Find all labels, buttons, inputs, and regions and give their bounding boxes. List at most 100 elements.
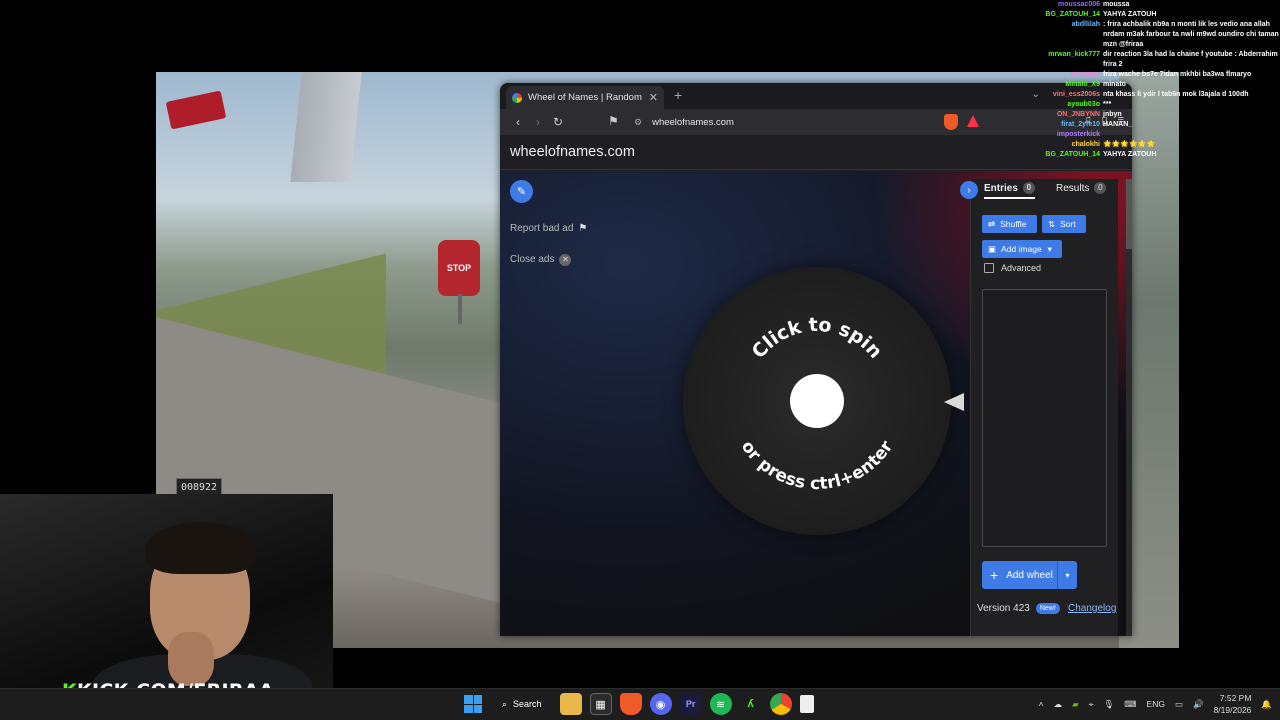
advanced-checkbox[interactable]: Advanced — [984, 263, 1041, 273]
collapse-panel-icon[interactable]: › — [960, 181, 978, 199]
premiere-pro-icon[interactable]: Pr — [679, 693, 702, 715]
chat-username[interactable]: BG_ZATOUH_14 — [1000, 150, 1100, 160]
chat-username[interactable]: moussac006 — [1000, 0, 1100, 10]
sort-button[interactable]: ⇅ Sort — [1042, 215, 1086, 233]
close-ads-label: Close ads — [510, 254, 555, 265]
chat-text: 🌟🌟🌟🌟🌟🌟 — [1103, 141, 1156, 148]
chat-username[interactable]: abdllilah — [1000, 20, 1100, 30]
sort-label: Sort — [1060, 219, 1076, 229]
language-indicator[interactable]: ENG — [1147, 699, 1165, 709]
wheel-bottom-textpath: or press ctrl+enter — [737, 437, 898, 494]
chat-username[interactable]: Minalo_X9 — [1000, 80, 1100, 90]
taskbar-apps: ⌕ Search ▦ ◉ Pr ≋ ʎ — [462, 693, 814, 715]
add-image-label: Add image — [1001, 244, 1042, 254]
spotify-icon[interactable]: ≋ — [709, 693, 732, 715]
changelog-link[interactable]: Changelog — [1068, 603, 1116, 614]
document-icon[interactable] — [799, 695, 814, 713]
file-explorer-icon[interactable] — [559, 693, 582, 715]
back-icon[interactable]: ‹ — [508, 115, 528, 129]
edit-pencil-icon[interactable]: ✎ — [510, 180, 533, 203]
flag-icon: ⚑ — [578, 223, 588, 234]
add-wheel-label: Add wheel — [1006, 569, 1053, 581]
chat-message: vini_ess2006s nta khass li ydir l tab6n m… — [1000, 90, 1280, 100]
site-info-icon[interactable]: ⚙ — [634, 117, 642, 128]
clock[interactable]: 7:52 PM 8/19/2026 — [1214, 692, 1252, 716]
tray-mic-icon[interactable]: 🎙 — [1103, 699, 1114, 710]
spin-wheel[interactable]: Click to spin or press ctrl+enter — [683, 267, 951, 535]
shuffle-button[interactable]: ⇄ Shuffle — [982, 215, 1037, 233]
snipping-tool-icon[interactable]: ▦ — [589, 693, 612, 715]
kick-app-icon[interactable]: ʎ — [740, 693, 762, 715]
tab-entries[interactable]: Entries 0 — [984, 182, 1035, 199]
tab-results[interactable]: Results 0 — [1056, 182, 1107, 194]
chat-username[interactable]: vini_ess2006s — [1000, 90, 1100, 100]
discord-icon[interactable]: ◉ — [649, 693, 672, 715]
clock-date: 8/19/2026 — [1213, 705, 1252, 715]
chat-username[interactable]: ayoub03o — [1000, 100, 1100, 110]
chat-message: sossame frira wache bs7e 7idan mkhbi ba3w… — [1000, 70, 1280, 80]
taskbar-search[interactable]: ⌕ Search — [492, 693, 552, 715]
volume-icon[interactable]: 🔊 — [1193, 699, 1204, 710]
chat-text: jnbyn — [1103, 111, 1122, 118]
chat-username[interactable]: imposterkick — [1000, 130, 1100, 140]
new-tab-button[interactable]: + — [674, 87, 682, 103]
report-bad-ad-link[interactable]: Report bad ad ⚑ — [510, 223, 587, 234]
bookmark-icon[interactable]: ⚑ — [608, 114, 619, 128]
chat-text: frira 2 — [1103, 61, 1123, 68]
page-scrollbar[interactable] — [1126, 179, 1132, 636]
chat-username[interactable]: BG_ZATOUH_14 — [1000, 10, 1100, 20]
results-count-badge: 0 — [1094, 182, 1107, 194]
chat-username[interactable]: sossame — [1000, 70, 1100, 80]
chat-text: minato — [1103, 81, 1126, 88]
search-icon: ⌕ — [502, 698, 508, 709]
tray-display-icon[interactable]: ▭ — [1175, 699, 1183, 710]
brave-shield-icon[interactable] — [944, 114, 958, 130]
chat-text: mzn @friraa — [1103, 41, 1144, 48]
address-bar-url: wheelofnames.com — [652, 116, 734, 128]
chat-username[interactable]: mrwan_kick777 — [1000, 50, 1100, 60]
wheel-top-textpath: Click to spin — [748, 314, 887, 363]
windows-start-icon[interactable] — [462, 693, 484, 715]
brave-browser-icon[interactable] — [619, 693, 642, 715]
image-icon: ▣ — [988, 243, 997, 254]
chat-text: nrdam m3ak farbour ta nwli m9wd oundiro … — [1103, 31, 1279, 38]
tray-network-icon[interactable]: ⌖ — [1089, 699, 1094, 710]
taskbar-search-label: Search — [513, 699, 542, 709]
reload-icon[interactable]: ↻ — [548, 115, 568, 129]
tray-nvidia-icon[interactable]: ▰ — [1072, 699, 1079, 710]
add-image-button[interactable]: ▣ Add image ▾ — [982, 240, 1062, 258]
tab-wheel-of-names[interactable]: Wheel of Names | Random name ✕ — [506, 86, 664, 109]
sort-icon: ⇅ — [1048, 218, 1056, 229]
add-wheel-dropdown-icon[interactable]: ▾ — [1057, 561, 1077, 589]
chat-message: mrwan_kick777 dir reaction 3la had la cha… — [1000, 50, 1280, 60]
clock-time: 7:52 PM — [1219, 693, 1252, 703]
chrome-icon[interactable] — [769, 693, 792, 715]
brave-rewards-icon[interactable] — [967, 115, 979, 127]
advanced-label: Advanced — [1001, 263, 1042, 273]
chat-username[interactable]: ON_JNBYNN — [1000, 110, 1100, 120]
tray-keyboard-icon[interactable]: ⌨ — [1124, 699, 1136, 710]
chevron-down-icon: ▾ — [1047, 243, 1052, 254]
chat-username[interactable]: firat_2yfe10 — [1000, 120, 1100, 130]
wheel-center[interactable] — [790, 374, 844, 428]
chat-username[interactable]: chalokhi — [1000, 140, 1100, 150]
tab-title: Wheel of Names | Random name — [528, 92, 643, 103]
close-ads-link[interactable]: Close ads ✕ — [510, 254, 572, 266]
forward-icon[interactable]: › — [528, 115, 548, 129]
notification-bell-icon[interactable]: 🔔 — [1261, 699, 1272, 710]
address-bar[interactable]: ⚙ wheelofnames.com — [626, 112, 934, 132]
tray-overflow-icon[interactable]: ˄ — [1039, 699, 1044, 709]
checkbox-box[interactable] — [984, 263, 994, 273]
version-text: Version 423 — [977, 603, 1030, 614]
site-title[interactable]: wheelofnames.com — [510, 144, 635, 160]
game-logo — [165, 90, 227, 130]
add-wheel-button[interactable]: + Add wheel ▾ — [982, 561, 1077, 589]
taskbar: ⌕ Search ▦ ◉ Pr ≋ ʎ ˄ ☁ ▰ ⌖ 🎙 ⌨ ENG ▭ 🔊 7… — [0, 688, 1280, 720]
tab-close-icon[interactable]: ✕ — [649, 91, 658, 104]
entries-textarea[interactable] — [982, 289, 1107, 547]
tray-app-icon[interactable]: ☁ — [1054, 699, 1063, 710]
chat-text: frira wache bs7e 7idan mkhbi ba3wa flmar… — [1103, 71, 1252, 78]
chat-text: YAHYA ZATOUH — [1103, 151, 1157, 158]
chat-text: nta khass li ydir l tab6n mok l3ajala d … — [1103, 91, 1249, 98]
scrollbar-thumb[interactable] — [1126, 179, 1132, 249]
